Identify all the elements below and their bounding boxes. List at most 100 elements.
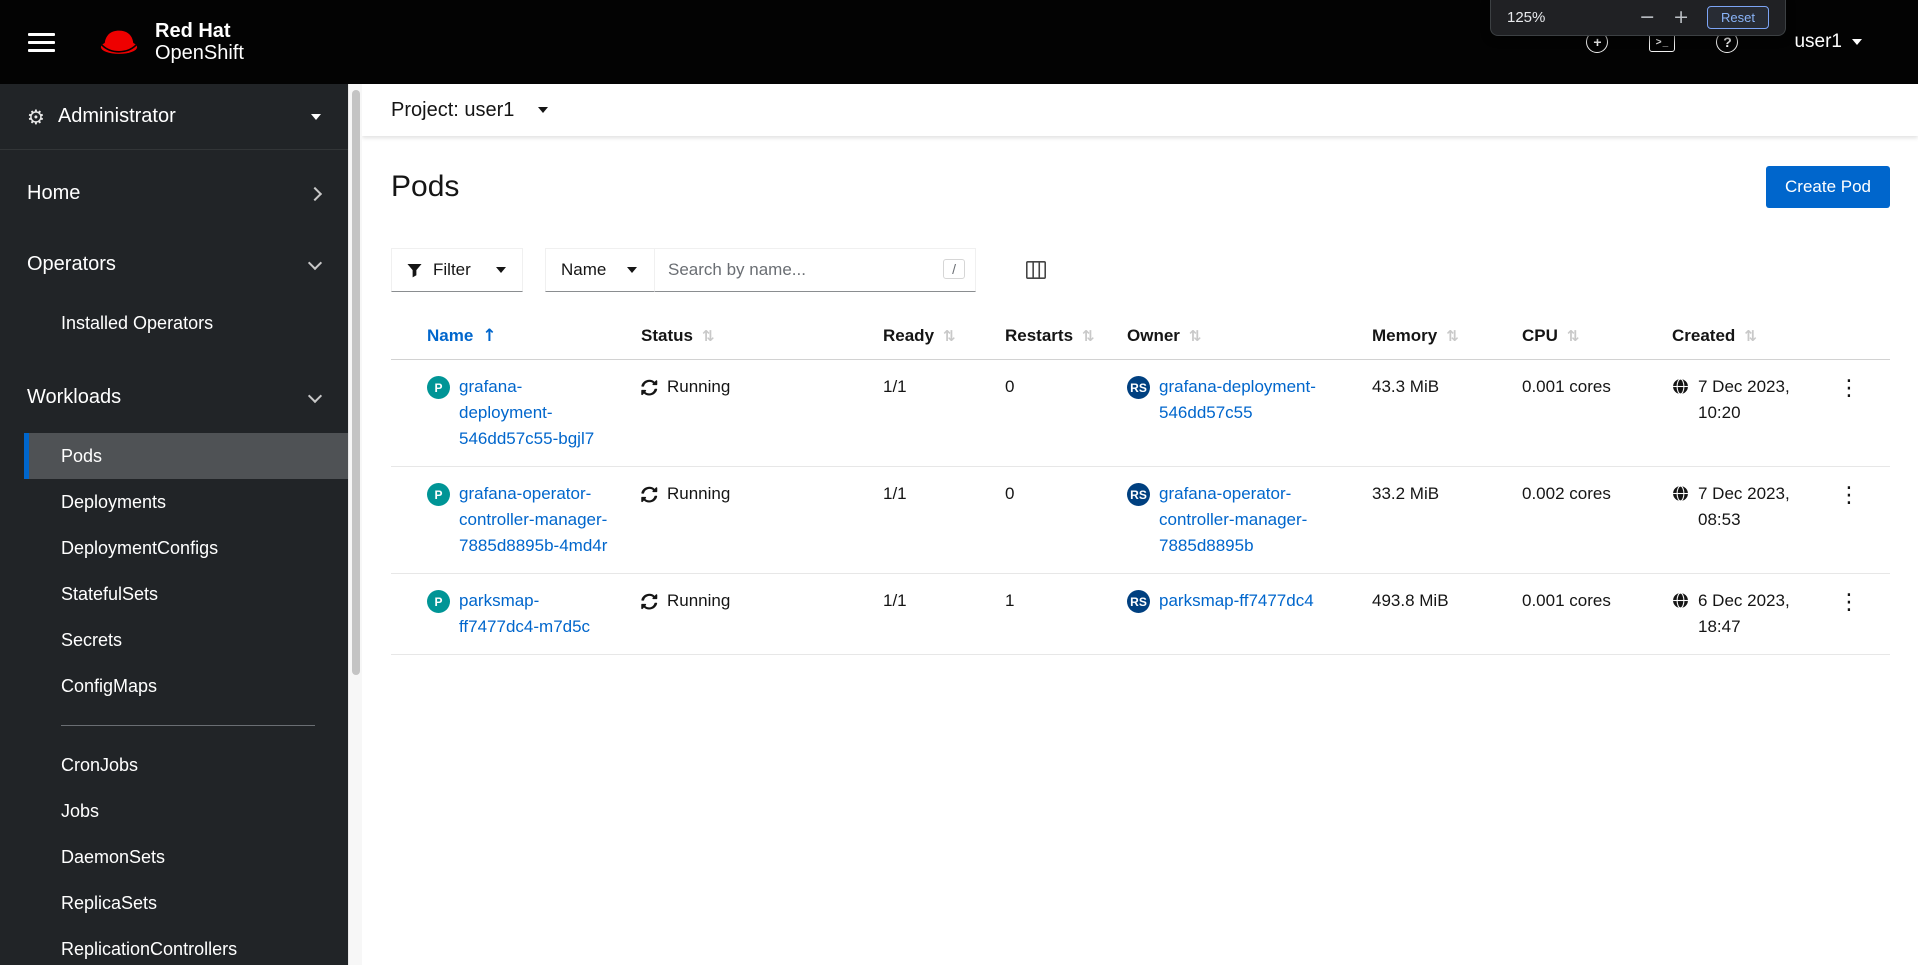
create-pod-button[interactable]: Create Pod [1766, 166, 1890, 208]
created-text: 6 Dec 2023, 18:47 [1698, 591, 1790, 636]
sidebar-item-daemonsets[interactable]: DaemonSets [0, 834, 348, 880]
pod-link[interactable]: grafana-operator-controller-manager-7885… [459, 481, 609, 559]
running-sync-icon [641, 379, 658, 396]
restarts-cell: 0 [989, 466, 1111, 574]
nav-section-label: Home [27, 182, 81, 204]
shortcut-hint: / [943, 259, 965, 279]
sidebar-item-secrets[interactable]: Secrets [0, 617, 348, 663]
pods-table: Name ↑ Status ⇅ Ready ⇅ Restarts ⇅ Owner… [391, 316, 1890, 655]
cpu-cell: 0.002 cores [1506, 466, 1656, 574]
pod-link[interactable]: parksmap-ff7477dc4-m7d5c [459, 588, 609, 640]
manage-columns-button[interactable] [1020, 255, 1052, 285]
actions-cell: ⋮ [1808, 466, 1890, 574]
memory-cell: 43.3 MiB [1356, 359, 1506, 467]
sidebar-item-jobs[interactable]: Jobs [0, 788, 348, 834]
kebab-menu-button[interactable]: ⋮ [1828, 483, 1870, 509]
perspective-label: Administrator [57, 105, 176, 127]
kebab-menu-button[interactable]: ⋮ [1828, 376, 1870, 402]
sidebar-item-cronjobs[interactable]: CronJobs [0, 742, 348, 788]
column-header-name: Name ↑ [391, 316, 625, 360]
sort-by-owner-button[interactable]: Owner ⇅ [1127, 326, 1201, 346]
columns-icon [1026, 261, 1046, 279]
page-header: Pods Create Pod [362, 136, 1918, 208]
table-row: P grafana-operator-controller-manager-78… [391, 466, 1890, 574]
sort-icon: ⇅ [701, 326, 715, 345]
sidebar-item-replicasets[interactable]: ReplicaSets [0, 880, 348, 926]
globe-icon [1672, 378, 1689, 395]
sort-by-status-button[interactable]: Status ⇅ [641, 326, 715, 346]
sort-by-cpu-button[interactable]: CPU ⇅ [1522, 326, 1579, 346]
name-cell: P parksmap-ff7477dc4-m7d5c [391, 573, 625, 655]
sidebar-item-statefulsets[interactable]: StatefulSets [0, 571, 348, 617]
sidebar-item-deployments[interactable]: Deployments [0, 479, 348, 525]
column-header-created: Created ⇅ [1656, 316, 1808, 360]
openshift-logo[interactable]: Red Hat OpenShift [97, 20, 244, 64]
browser-zoom-popup: 125% − + Reset [1490, 0, 1786, 36]
owner-cell: RS grafana-operator-controller-manager-7… [1111, 466, 1356, 574]
column-header-restarts: Restarts ⇅ [989, 316, 1111, 360]
search-attribute-dropdown[interactable]: Name [545, 248, 655, 292]
nav-divider [61, 725, 315, 726]
perspective-switcher[interactable]: ⚙ Administrator [0, 84, 348, 150]
caret-down-icon [311, 113, 321, 120]
sidebar-item-installed-operators[interactable]: Installed Operators [0, 300, 348, 346]
sidebar-item-home[interactable]: Home [0, 158, 348, 229]
scrollbar-thumb[interactable] [352, 90, 360, 675]
project-selector[interactable]: Project: user1 [391, 99, 549, 122]
sidebar-item-deploymentconfigs[interactable]: DeploymentConfigs [0, 525, 348, 571]
sidebar-item-configmaps[interactable]: ConfigMaps [0, 663, 348, 709]
nav-section-label: Workloads [27, 386, 122, 408]
column-header-actions [1808, 316, 1890, 360]
sidebar-item-workloads[interactable]: Workloads [0, 362, 348, 433]
nav-section-label: Operators [27, 253, 116, 275]
filter-dropdown[interactable]: Filter [391, 248, 523, 292]
sidebar-scrollbar[interactable] [348, 84, 362, 965]
owner-link[interactable]: grafana-deployment-546dd57c55 [1159, 374, 1340, 426]
sort-by-created-button[interactable]: Created ⇅ [1672, 326, 1757, 346]
sort-icon: ⇅ [1744, 326, 1757, 345]
table-header-row: Name ↑ Status ⇅ Ready ⇅ Restarts ⇅ Owner… [391, 316, 1890, 360]
pod-badge: P [427, 483, 450, 506]
sort-ascending-icon: ↑ [482, 325, 497, 346]
table-row: P parksmap-ff7477dc4-m7d5c Running 1/1 1… [391, 573, 1890, 655]
search-input[interactable] [654, 248, 976, 292]
status-text: Running [667, 591, 731, 610]
actions-cell: ⋮ [1808, 573, 1890, 655]
sidebar-item-operators[interactable]: Operators [0, 229, 348, 300]
replicaset-badge: RS [1127, 483, 1150, 506]
caret-down-icon [495, 267, 506, 273]
user-menu-button[interactable]: user1 [1794, 31, 1862, 53]
owner-cell: RS grafana-deployment-546dd57c55 [1111, 359, 1356, 467]
nav-toggle-button[interactable] [24, 22, 59, 63]
status-cell: Running [625, 359, 867, 467]
search-box: / [654, 248, 976, 292]
sort-by-memory-button[interactable]: Memory ⇅ [1372, 326, 1459, 346]
toolbar: Filter Name / [391, 248, 1890, 292]
kebab-menu-button[interactable]: ⋮ [1828, 590, 1870, 616]
sort-by-name-button[interactable]: Name ↑ [427, 326, 497, 346]
caret-down-icon [538, 107, 549, 113]
owner-link[interactable]: parksmap-ff7477dc4 [1159, 588, 1314, 614]
restarts-cell: 1 [989, 573, 1111, 655]
zoom-out-button[interactable]: − [1639, 8, 1655, 27]
status-cell: Running [625, 573, 867, 655]
column-header-ready: Ready ⇅ [867, 316, 989, 360]
zoom-reset-button[interactable]: Reset [1707, 6, 1769, 29]
ready-cell: 1/1 [867, 466, 989, 574]
name-cell: P grafana-deployment-546dd57c55-bgjl7 [391, 359, 625, 467]
owner-link[interactable]: grafana-operator-controller-manager-7885… [1159, 481, 1340, 559]
chevron-right-icon [307, 186, 323, 201]
zoom-in-button[interactable]: + [1673, 8, 1689, 27]
owner-cell: RS parksmap-ff7477dc4 [1111, 573, 1356, 655]
sort-icon: ⇅ [1082, 326, 1095, 345]
sidebar-item-replicationcontrollers[interactable]: ReplicationControllers [0, 926, 348, 965]
sort-by-restarts-button[interactable]: Restarts ⇅ [1005, 326, 1095, 346]
brand-line2: OpenShift [155, 42, 244, 64]
cpu-cell: 0.001 cores [1506, 359, 1656, 467]
sort-by-ready-button[interactable]: Ready ⇅ [883, 326, 956, 346]
restarts-cell: 0 [989, 359, 1111, 467]
attribute-label: Name [561, 260, 607, 279]
sidebar-item-pods[interactable]: Pods [24, 433, 348, 479]
pod-link[interactable]: grafana-deployment-546dd57c55-bgjl7 [459, 374, 609, 452]
status-text: Running [667, 484, 731, 503]
